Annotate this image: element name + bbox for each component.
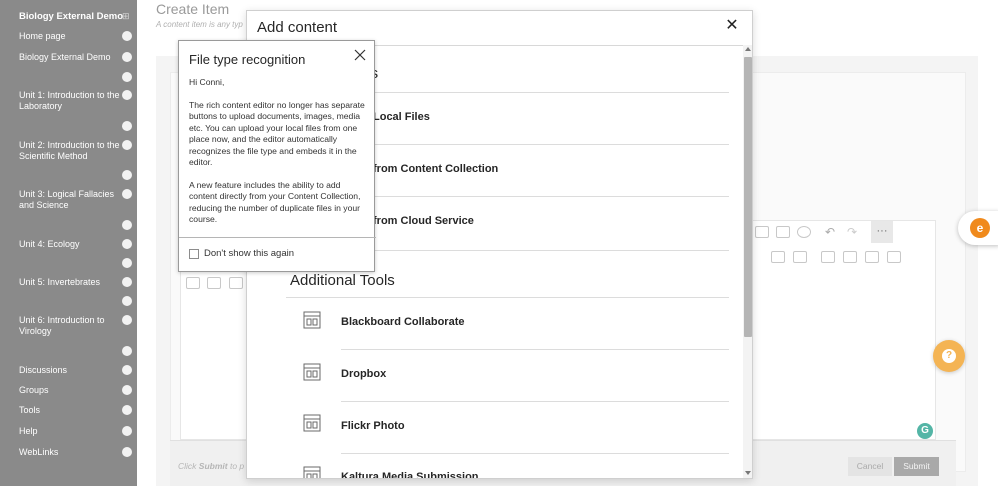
local-files-option[interactable]: Local Files: [373, 111, 430, 123]
row-divider: [341, 196, 729, 197]
cloud-service-option[interactable]: from Cloud Service: [373, 215, 474, 227]
row-divider: [341, 144, 729, 145]
scroll-down-icon[interactable]: [745, 471, 751, 475]
sidebar-spacer-dot-icon[interactable]: [122, 121, 132, 131]
dont-show-again-checkbox[interactable]: [189, 249, 199, 259]
copy-icon[interactable]: [755, 226, 769, 238]
tool-kaltura-media-submission[interactable]: Kaltura Media Submission: [341, 471, 479, 478]
sidebar-item-discussions-dot-icon[interactable]: [122, 365, 132, 375]
sidebar-item-unit-2[interactable]: Unit 2: Introduction to the Scientific M…: [19, 140, 123, 162]
section-title-additional-tools: Additional Tools: [290, 272, 395, 289]
sidebar-item-tools-dot-icon[interactable]: [122, 405, 132, 415]
table-icon[interactable]: [843, 251, 857, 263]
sidebar-item-unit-2-dot-icon[interactable]: [122, 140, 132, 150]
sidebar-item-discussions[interactable]: Discussions: [19, 365, 123, 376]
popover-paragraph: The rich content editor no longer has se…: [189, 100, 365, 168]
help-button[interactable]: ?: [933, 340, 965, 372]
course-title[interactable]: Biology External Demo: [19, 11, 123, 22]
assistant-icon: e: [970, 218, 990, 238]
sidebar-item-unit-6-dot-icon[interactable]: [122, 315, 132, 325]
row-divider: [341, 401, 729, 402]
scrollbar-thumb[interactable]: [744, 57, 752, 337]
sidebar-item-weblinks-dot-icon[interactable]: [122, 447, 132, 457]
sidebar-item-unit-5[interactable]: Unit 5: Invertebrates: [19, 277, 123, 288]
cancel-button[interactable]: Cancel: [848, 457, 892, 476]
sidebar-item-help-dot-icon[interactable]: [122, 426, 132, 436]
table-icon[interactable]: [229, 277, 243, 289]
embed-tool-icon: [303, 311, 321, 329]
sidebar-spacer-dot-icon[interactable]: [122, 170, 132, 180]
section-divider: [286, 297, 729, 298]
sidebar-item-home-dot-icon[interactable]: [122, 31, 132, 41]
table-icon[interactable]: [821, 251, 835, 263]
page-title: Create Item: [156, 1, 230, 17]
sidebar-item-unit-3-dot-icon[interactable]: [122, 189, 132, 199]
sidebar-item-biology-dot-icon[interactable]: [122, 52, 132, 62]
grammarly-icon[interactable]: G: [917, 423, 933, 439]
row-divider: [341, 349, 729, 350]
tool-flickr-photo[interactable]: Flickr Photo: [341, 420, 405, 432]
dialog-title: Add content: [257, 19, 338, 36]
embed-tool-icon: [303, 414, 321, 432]
sidebar-spacer-dot-icon[interactable]: [122, 72, 132, 82]
close-icon[interactable]: ✕: [724, 18, 740, 34]
submit-button[interactable]: Submit: [894, 457, 939, 476]
sidebar-item-help[interactable]: Help: [19, 426, 123, 437]
table-icon[interactable]: [771, 251, 785, 263]
scroll-up-icon[interactable]: [745, 47, 751, 51]
page-subtitle: A content item is any typ: [156, 20, 243, 29]
sidebar-item-groups-dot-icon[interactable]: [122, 385, 132, 395]
sidebar-item-unit-4-dot-icon[interactable]: [122, 239, 132, 249]
sidebar-spacer-dot-icon[interactable]: [122, 296, 132, 306]
close-icon[interactable]: [353, 48, 367, 62]
embed-tool-icon: [303, 466, 321, 478]
popover-title: File type recognition: [189, 52, 306, 67]
undo-icon[interactable]: ↶: [825, 226, 839, 238]
paste-icon[interactable]: [776, 226, 790, 238]
sidebar-item-groups[interactable]: Groups: [19, 385, 123, 396]
sidebar-item-unit-6[interactable]: Unit 6: Introduction to Virology: [19, 315, 123, 337]
sidebar-item-unit-3[interactable]: Unit 3: Logical Fallacies and Science: [19, 189, 123, 211]
embed-tool-icon: [303, 363, 321, 381]
file-type-recognition-popover: File type recognition Hi Conni, The rich…: [178, 40, 376, 272]
popover-divider: [179, 237, 376, 238]
sidebar-item-unit-5-dot-icon[interactable]: [122, 277, 132, 287]
row-divider: [341, 453, 729, 454]
tool-blackboard-collaborate[interactable]: Blackboard Collaborate: [341, 316, 464, 328]
sidebar-item-biology-external-demo[interactable]: Biology External Demo: [19, 52, 123, 63]
table-icon[interactable]: [186, 277, 200, 289]
sidebar-item-weblinks[interactable]: WebLinks: [19, 447, 123, 458]
footer-hint: Click Submit to p: [178, 461, 245, 471]
sidebar-item-unit-4[interactable]: Unit 4: Ecology: [19, 239, 123, 250]
side-tab-widget[interactable]: e: [958, 211, 998, 245]
more-tools-button[interactable]: ···: [871, 221, 893, 243]
sidebar-item-home[interactable]: Home page: [19, 31, 123, 42]
search-icon[interactable]: [797, 226, 811, 238]
content-collection-option[interactable]: from Content Collection: [373, 163, 498, 175]
sidebar-spacer-dot-icon[interactable]: [122, 258, 132, 268]
sidebar-spacer-dot-icon[interactable]: [122, 220, 132, 230]
sidebar-spacer-dot-icon[interactable]: [122, 346, 132, 356]
tool-dropbox[interactable]: Dropbox: [341, 368, 386, 380]
table-icon[interactable]: [793, 251, 807, 263]
dont-show-again-label[interactable]: Don't show this again: [204, 248, 294, 259]
sidebar-item-unit-1[interactable]: Unit 1: Introduction to the Laboratory: [19, 90, 123, 112]
table-icon[interactable]: [207, 277, 221, 289]
table-icon[interactable]: [865, 251, 879, 263]
menu-options-icon[interactable]: ⊞: [122, 11, 132, 21]
popover-paragraph: A new feature includes the ability to ad…: [189, 180, 361, 225]
course-menu-sidebar: Biology External Demo ⊞ Home page Biolog…: [0, 0, 137, 486]
popover-greeting: Hi Conni,: [189, 77, 225, 87]
table-icon[interactable]: [887, 251, 901, 263]
sidebar-item-unit-1-dot-icon[interactable]: [122, 90, 132, 100]
redo-icon[interactable]: ↷: [847, 226, 861, 238]
dialog-scrollbar[interactable]: [743, 45, 752, 478]
question-icon: ?: [942, 349, 956, 363]
sidebar-item-tools[interactable]: Tools: [19, 405, 123, 416]
